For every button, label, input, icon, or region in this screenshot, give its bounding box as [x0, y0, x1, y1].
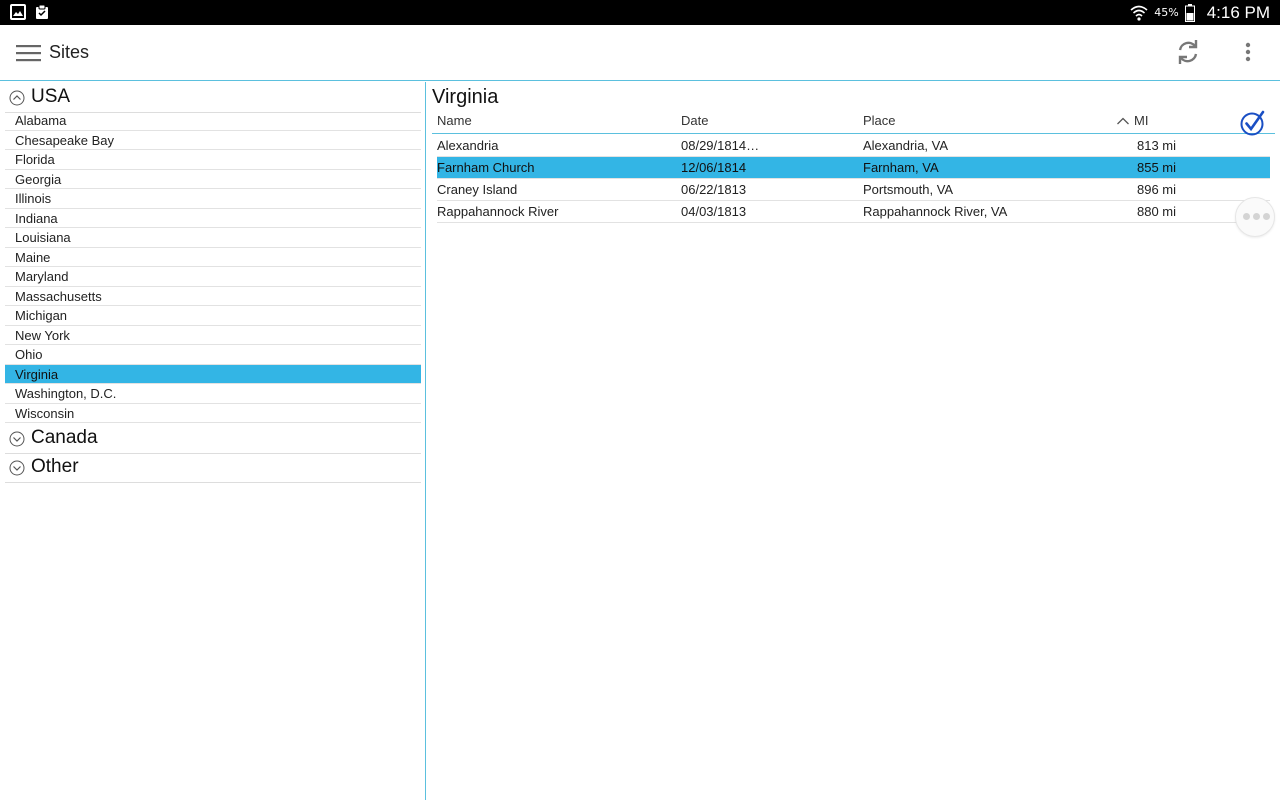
- cell-mi: 855 mi: [1137, 160, 1177, 175]
- state-list: Alabama Chesapeake Bay Florida Georgia I…: [5, 111, 421, 423]
- column-header-name[interactable]: Name: [437, 113, 472, 128]
- more-actions-button[interactable]: [1235, 197, 1275, 237]
- page-title: Sites: [49, 42, 90, 62]
- state-item-michigan[interactable]: Michigan: [5, 306, 421, 326]
- cell-place: Portsmouth, VA: [863, 182, 954, 197]
- cell-date: 06/22/1813: [681, 182, 747, 197]
- region-title: Virginia: [432, 86, 499, 108]
- chevron-down-icon: [9, 431, 25, 447]
- gallery-icon: [10, 4, 26, 20]
- cell-name: Alexandria: [437, 138, 499, 153]
- column-header-place[interactable]: Place: [863, 113, 896, 128]
- cell-place: Farnham, VA: [863, 160, 939, 175]
- hamburger-menu-icon: [16, 45, 41, 62]
- state-item-label: Virginia: [15, 366, 59, 382]
- dot: [1243, 213, 1250, 220]
- state-item-virginia[interactable]: Virginia: [5, 364, 421, 384]
- cell-place: Alexandria, VA: [863, 138, 949, 153]
- state-item-label: Florida: [15, 152, 55, 167]
- group-label: Canada: [31, 427, 98, 448]
- state-item-label: New York: [15, 327, 70, 343]
- refresh-button[interactable]: [1174, 38, 1202, 66]
- state-item-wisconsin[interactable]: Wisconsin: [5, 404, 421, 423]
- group-label: Other: [31, 456, 79, 477]
- sort-ascending-icon: [1117, 117, 1129, 125]
- cell-name: Farnham Church: [437, 160, 535, 175]
- check-circle-icon: [1240, 110, 1265, 136]
- sites-table-body: Alexandria 08/29/1814… Alexandria, VA 81…: [437, 135, 1270, 223]
- state-item-washington-dc[interactable]: Washington, D.C.: [5, 384, 421, 404]
- state-item-chesapeake-bay[interactable]: Chesapeake Bay: [5, 131, 421, 150]
- state-item-indiana[interactable]: Indiana: [5, 209, 421, 228]
- dot: [1263, 213, 1270, 220]
- clock: 4:16 PM: [1206, 2, 1270, 22]
- state-item-label: Massachusetts: [15, 288, 102, 304]
- state-item-florida[interactable]: Florida: [5, 150, 421, 170]
- state-item-new-york[interactable]: New York: [5, 326, 421, 345]
- battery-icon: [1184, 3, 1195, 22]
- state-item-massachusetts[interactable]: Massachusetts: [5, 287, 421, 306]
- state-item-label: Wisconsin: [15, 405, 75, 421]
- clipboard-icon: [36, 4, 48, 19]
- state-item-label: Illinois: [15, 191, 52, 206]
- state-item-label: Alabama: [15, 113, 67, 128]
- cell-date: 04/03/1813: [681, 204, 747, 219]
- group-header-canada[interactable]: Canada: [5, 424, 421, 454]
- table-row[interactable]: Craney Island 06/22/1813 Portsmouth, VA …: [437, 179, 1270, 201]
- state-item-louisiana[interactable]: Louisiana: [5, 228, 421, 248]
- state-item-alabama[interactable]: Alabama: [5, 111, 421, 131]
- sites-table-panel: Virginia Name Date Place MI Alexandria 0…: [427, 82, 1280, 800]
- group-header-other[interactable]: Other: [5, 453, 421, 483]
- cell-date: 08/29/1814…: [681, 138, 760, 153]
- group-header-usa[interactable]: USA: [5, 83, 421, 113]
- table-row[interactable]: Rappahannock River 04/03/1813 Rappahanno…: [437, 201, 1270, 223]
- overflow-menu-button[interactable]: [1238, 40, 1258, 66]
- cell-mi: 880 mi: [1137, 204, 1177, 219]
- state-item-label: Chesapeake Bay: [15, 132, 115, 148]
- refresh-icon: [1178, 40, 1198, 64]
- state-item-maryland[interactable]: Maryland: [5, 267, 421, 287]
- state-item-label: Georgia: [15, 171, 62, 187]
- cell-mi: 813 mi: [1137, 138, 1177, 153]
- state-item-label: Washington, D.C.: [15, 386, 117, 401]
- dot: [1253, 213, 1260, 220]
- wifi-icon: [1130, 5, 1148, 21]
- group-label: USA: [31, 86, 71, 107]
- state-item-label: Indiana: [15, 210, 58, 226]
- state-item-ohio[interactable]: Ohio: [5, 345, 421, 365]
- cell-name: Rappahannock River: [437, 204, 559, 219]
- cell-place: Rappahannock River, VA: [863, 204, 1008, 219]
- cell-name: Craney Island: [437, 182, 518, 197]
- status-bar: 45% 4:16 PM: [0, 0, 1280, 25]
- chevron-up-icon: [9, 90, 25, 106]
- column-header-mi[interactable]: MI: [1134, 113, 1148, 128]
- select-all-button[interactable]: [1239, 109, 1267, 137]
- navigation-menu-button[interactable]: [16, 43, 41, 63]
- cell-mi: 896 mi: [1137, 182, 1177, 197]
- chevron-down-icon: [9, 460, 25, 476]
- app-bar: Sites: [0, 25, 1280, 81]
- state-item-label: Michigan: [15, 308, 68, 323]
- table-row[interactable]: Farnham Church 12/06/1814 Farnham, VA 85…: [437, 157, 1270, 179]
- state-item-label: Ohio: [15, 347, 43, 362]
- table-row[interactable]: Alexandria 08/29/1814… Alexandria, VA 81…: [437, 135, 1270, 157]
- table-header: Name Date Place MI: [432, 110, 1275, 134]
- more-vert-icon: [1245, 42, 1251, 62]
- battery-percent: 45%: [1154, 6, 1179, 19]
- cell-date: 12/06/1814: [681, 160, 747, 175]
- state-item-maine[interactable]: Maine: [5, 248, 421, 267]
- more-horiz-icon: [1243, 213, 1270, 220]
- state-item-label: Maine: [15, 249, 51, 265]
- column-header-date[interactable]: Date: [681, 113, 708, 128]
- notification-icons: [10, 4, 50, 20]
- site-groups-panel: USA Alabama Chesapeake Bay Florida Georg…: [0, 82, 426, 800]
- state-item-georgia[interactable]: Georgia: [5, 170, 421, 189]
- state-item-illinois[interactable]: Illinois: [5, 189, 421, 209]
- state-item-label: Louisiana: [15, 230, 71, 245]
- state-item-label: Maryland: [15, 269, 69, 284]
